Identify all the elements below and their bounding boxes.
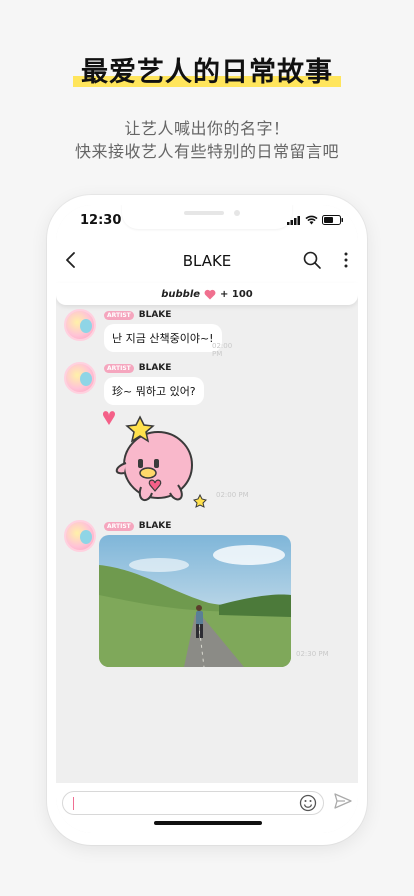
landscape-photo (99, 535, 291, 667)
send-icon[interactable] (334, 793, 352, 809)
avatar[interactable] (64, 520, 96, 552)
sender-name: BLAKE (138, 521, 172, 531)
photo-time: 02:30 PM (296, 650, 329, 658)
sender-name: BLAKE (138, 363, 172, 373)
sender-name: BLAKE (138, 310, 172, 320)
status-bar: 12:30 (56, 205, 358, 239)
sticker-time: 02:00 PM (216, 491, 249, 499)
subtitle-line-1: 让艺人喊出你的名字！ (124, 119, 290, 138)
avatar[interactable] (64, 309, 96, 341)
bubble-count: + 100 (220, 288, 253, 300)
sender-line: ARTIST BLAKE (104, 363, 171, 373)
avatar[interactable] (64, 362, 96, 394)
sender-line: ARTIST BLAKE (104, 521, 171, 531)
headline-text: 最爱艺人的日常故事 (73, 50, 341, 89)
sender-line: ARTIST BLAKE (104, 310, 171, 320)
text-cursor (73, 797, 74, 810)
message-time: 02:00 PM (212, 342, 233, 358)
artist-tag: ARTIST (104, 310, 134, 320)
signal-icon (287, 215, 300, 225)
character-sticker[interactable] (96, 405, 216, 515)
photo-message[interactable] (99, 535, 291, 667)
phone-frame: 12:30 BLAKE bubble + 100 ARTIST BLAKE 난 … (47, 195, 367, 845)
wifi-icon (305, 215, 318, 225)
camera (234, 210, 240, 216)
phone-screen: 12:30 BLAKE bubble + 100 ARTIST BLAKE 난 … (56, 205, 358, 833)
heart-icon (204, 289, 216, 299)
speaker (184, 211, 224, 215)
home-indicator (154, 821, 262, 825)
artist-tag: ARTIST (104, 363, 134, 373)
status-time: 12:30 (80, 213, 122, 228)
message-input[interactable] (62, 791, 324, 815)
promo-headline: 最爱艺人的日常故事 (0, 50, 414, 89)
chat-header: BLAKE (56, 239, 358, 283)
subtitle-line-2: 快来接收艺人有些特别的日常留言吧 (74, 142, 339, 161)
notch (122, 205, 292, 229)
message-bubble[interactable]: 난 지금 산책중이야~! (104, 324, 222, 352)
more-options-icon[interactable] (342, 250, 350, 270)
emoji-icon[interactable] (299, 794, 317, 812)
bubble-brand-label: bubble (161, 288, 201, 300)
bubble-bar[interactable]: bubble + 100 (56, 283, 358, 305)
artist-tag: ARTIST (104, 521, 134, 531)
battery-icon (322, 215, 343, 225)
message-bubble[interactable]: 珍~ 뭐하고 있어? (104, 377, 204, 405)
search-icon[interactable] (302, 250, 322, 270)
input-bar (56, 783, 358, 833)
status-icons (287, 215, 344, 225)
